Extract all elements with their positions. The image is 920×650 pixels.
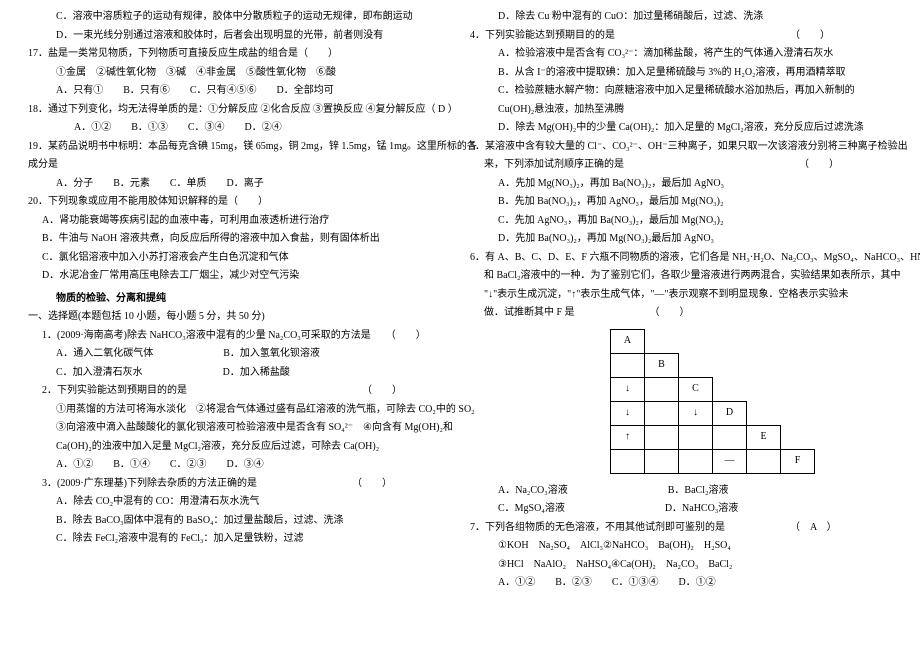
- cell-down-2: ↓: [611, 401, 645, 425]
- s-question-2: 2．下列实验能达到预期目的的是 （ ）: [28, 382, 450, 401]
- s-question-3: 3．(2009·广东理基)下列除去杂质的方法正确的是 （ ）: [28, 475, 450, 494]
- cell-dash: —: [713, 449, 747, 473]
- section-title: 物质的检验、分离和提纯: [28, 290, 450, 309]
- q7-line1: ①KOH Na₂SO₄ AlCl₃②NaHCO₃ Ba(OH)₂ H₂SO₄: [470, 537, 892, 556]
- q7-line2: ③HCl NaAlO₂ NaHSO₄④Ca(OH)₂ Na₂CO₃ BaCl₂: [470, 556, 892, 575]
- cell-f: F: [781, 449, 815, 473]
- q17-items: ①金属 ②碱性氧化物 ③碱 ④非金属 ⑤酸性氧化物 ⑥酸: [28, 64, 450, 83]
- question-19: 19．某药品说明书中标明：本品每克含碘 15mg，镁 65mg，铜 2mg，锌 …: [28, 138, 450, 157]
- q6-l4: 做．试推断其中 F 是 （ ）: [470, 304, 892, 323]
- q5-a: A．先加 Mg(NO₃)₂，再加 Ba(NO₃)₂，最后加 AgNO₃: [470, 175, 892, 194]
- q5-d: D．先加 Ba(NO₃)₂，再加 Mg(NO₃)₂最后加 AgNO₃: [470, 230, 892, 249]
- q5-cont: 来，下列添加试剂顺序正确的是 （ ）: [470, 156, 892, 175]
- cell-a: A: [611, 329, 645, 353]
- s2-line2: ③向溶液中滴入盐酸酸化的氯化钡溶液可检验溶液中是否含有 SO₄²⁻ ④向含有 M…: [28, 419, 450, 438]
- q20-c: C．氯化铝溶液中加入小苏打溶液会产生白色沉淀和气体: [28, 249, 450, 268]
- q19-cont: 成分是: [28, 156, 450, 175]
- right-column: D．除去 Cu 粉中混有的 CuO：加过量稀硝酸后，过滤、洗涤 4．下列实验能达…: [460, 8, 902, 642]
- cell-down-3: ↓: [679, 401, 713, 425]
- cell-d: D: [713, 401, 747, 425]
- cell-b: B: [645, 353, 679, 377]
- q7-choices: A．①② B．②③ C．①③④ D．①②: [470, 574, 892, 593]
- q5-c: C．先加 AgNO₃，再加 Ba(NO₃)₂，最后加 Mg(NO₃)₂: [470, 212, 892, 231]
- cell-up: ↑: [611, 425, 645, 449]
- q17-choices: A．只有① B．只有⑥ C．只有④⑤⑥ D．全部均可: [28, 82, 450, 101]
- question-18: 18．通过下列变化，均无法得单质的是：①分解反应 ②化合反应 ③置换反应 ④复分…: [28, 101, 450, 120]
- cell-e: E: [747, 425, 781, 449]
- q18-choices: A．①② B．①③ C．③④ D．②④: [28, 119, 450, 138]
- s3-a: A．除去 CO₂中混有的 CO：用澄清石灰水洗气: [28, 493, 450, 512]
- option-c: C．溶液中溶质粒子的运动有规律，胶体中分散质粒子的运动无规律，即布朗运动: [28, 8, 450, 27]
- q4-a: A．检验溶液中是否含有 CO₃²⁻：滴加稀盐酸，将产生的气体通入澄清石灰水: [470, 45, 892, 64]
- s3-c: C．除去 FeCl₂溶液中混有的 FeCl₃：加入足量铁粉，过滤: [28, 530, 450, 549]
- q4-c-cont: Cu(OH)₂悬浊液，加热至沸腾: [470, 101, 892, 120]
- q20-b: B．牛油与 NaOH 溶液共煮，向反应后所得的溶液中加入食盐，则有固体析出: [28, 230, 450, 249]
- s-question-1: 1．(2009·海南高考)除去 NaHCO₃溶液中混有的少量 Na₂CO₃可采取…: [28, 327, 450, 346]
- cell-down-1: ↓: [611, 377, 645, 401]
- left-column: C．溶液中溶质粒子的运动有规律，胶体中分散质粒子的运动无规律，即布朗运动 D．一…: [18, 8, 460, 642]
- q5-b: B．先加 Ba(NO₃)₂，再加 AgNO₃，最后加 Mg(NO₃)₂: [470, 193, 892, 212]
- s2-line3: Ca(OH)₂的浊液中加入足量 MgCl₂溶液，充分反应后过滤，可除去 Ca(O…: [28, 438, 450, 457]
- q6-result-table: A B ↓ C ↓ ↓ D ↑: [610, 329, 892, 474]
- question-4: 4．下列实验能达到预期目的的是 （ ）: [470, 27, 892, 46]
- s2-line1: ①用蒸馏的方法可将海水淡化 ②将混合气体通过盛有品红溶液的洗气瓶，可除去 CO₂…: [28, 401, 450, 420]
- q20-a: A．肾功能衰竭等疾病引起的血液中毒，可利用血液透析进行治疗: [28, 212, 450, 231]
- option-d: D．一束光线分别通过溶液和胶体时，后者会出现明显的光带，前者则没有: [28, 27, 450, 46]
- s1-ab: A．通入二氧化碳气体 B．加入氢氧化钡溶液: [28, 345, 450, 364]
- selection-header: 一、选择题(本题包括 10 小题，每小题 5 分，共 50 分): [28, 308, 450, 327]
- s3-b: B．除去 BaCO₃固体中混有的 BaSO₄：加过量盐酸后，过滤、洗涤: [28, 512, 450, 531]
- q4-b: B．从含 I⁻的溶液中提取碘：加入足量稀硫酸与 3%的 H₂O₂溶液，再用酒精萃…: [470, 64, 892, 83]
- question-7: 7．下列各组物质的无色溶液，不用其他试剂即可鉴别的是 （ A ）: [470, 519, 892, 538]
- s2-choices: A．①② B．①④ C．②③ D．③④: [28, 456, 450, 475]
- q4-c: C．检验蔗糖水解产物：向蔗糖溶液中加入足量稀硫酸水浴加热后，再加入新制的: [470, 82, 892, 101]
- cell-c: C: [679, 377, 713, 401]
- q6-cd: C．MgSO₄溶液 D．NaHCO₃溶液: [470, 500, 892, 519]
- q19-choices: A．分子 B．元素 C．单质 D．离子: [28, 175, 450, 194]
- question-6: 6．有 A、B、C、D、E、F 六瓶不同物质的溶液，它们各是 NH₃·H₂O、N…: [470, 249, 892, 268]
- q4-d: D．除去 Mg(OH)₂中的少量 Ca(OH)₂：加入足量的 MgCl₂溶液，充…: [470, 119, 892, 138]
- question-17: 17．盐是一类常见物质，下列物质可直接反应生成盐的组合是（ ）: [28, 45, 450, 64]
- question-20: 20．下列现象或应用不能用胶体知识解释的是（ ）: [28, 193, 450, 212]
- q6-l2: 和 BaCl₂溶液中的一种．为了鉴别它们，各取少量溶液进行两两混合，实验结果如表…: [470, 267, 892, 286]
- s3-d: D．除去 Cu 粉中混有的 CuO：加过量稀硝酸后，过滤、洗涤: [470, 8, 892, 27]
- q20-d: D．水泥冶金厂常用高压电除去工厂烟尘，减少对空气污染: [28, 267, 450, 286]
- q6-ab: A．Na₂CO₃溶液 B．BaCl₂溶液: [470, 482, 892, 501]
- s1-cd: C．加入澄清石灰水 D．加入稀盐酸: [28, 364, 450, 383]
- question-5: 5．某溶液中含有较大量的 Cl⁻、CO₃²⁻、OH⁻三种离子，如果只取一次该溶液…: [470, 138, 892, 157]
- q6-l3: "↓"表示生成沉淀，"↑"表示生成气体，"—"表示观察不到明显现象．空格表示实验…: [470, 286, 892, 305]
